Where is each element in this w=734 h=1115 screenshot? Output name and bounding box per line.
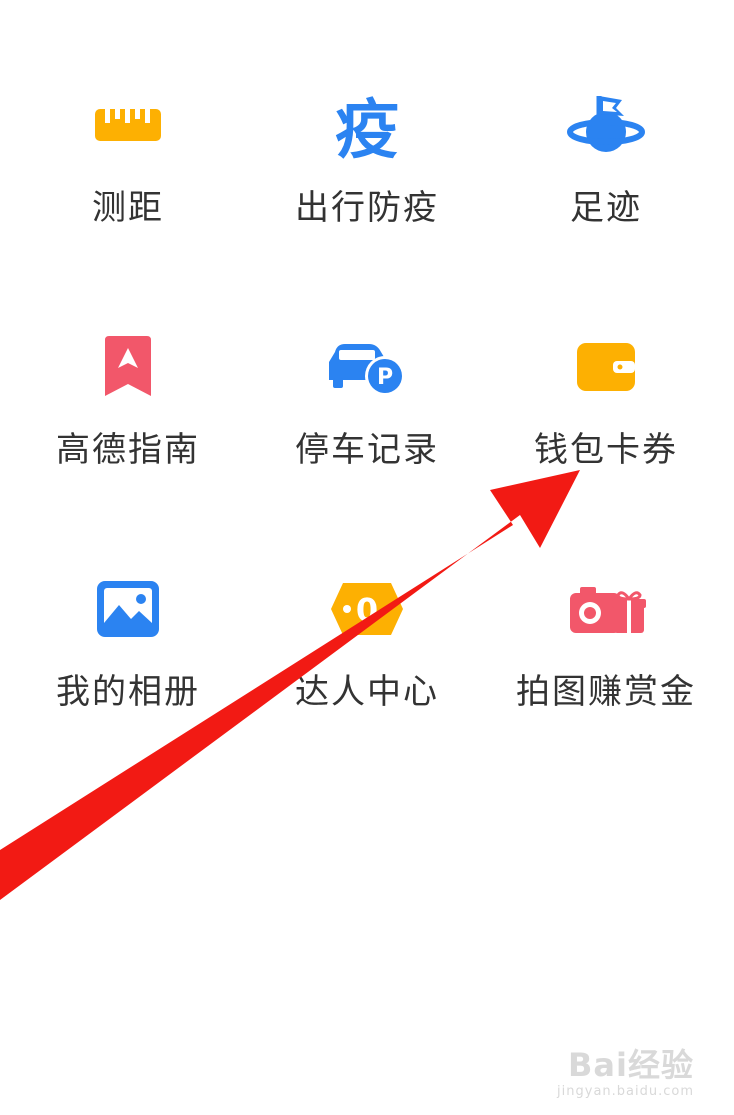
grid-item-camera-reward[interactable]: 拍图赚赏金 bbox=[484, 564, 728, 764]
grid-item-label: 钱包卡券 bbox=[534, 430, 678, 470]
grid-item-expert[interactable]: 0 达人中心 bbox=[245, 564, 489, 764]
watermark-brand: Bai经验 bbox=[568, 1046, 694, 1084]
grid-item-ruler[interactable]: 测距 bbox=[6, 80, 250, 280]
baidu-jingyan-watermark: Bai经验 jingyan.baidu.com bbox=[557, 1040, 694, 1099]
grid-item-label: 拍图赚赏金 bbox=[516, 672, 696, 712]
grid-item-label: 停车记录 bbox=[295, 430, 439, 470]
grid-item-label: 我的相册 bbox=[56, 672, 200, 712]
grid-item-label: 高德指南 bbox=[56, 430, 200, 470]
wallet-icon bbox=[561, 322, 651, 412]
photo-album-icon bbox=[83, 564, 173, 654]
camera-gift-icon bbox=[561, 564, 651, 654]
ruler-icon bbox=[83, 80, 173, 170]
grid-item-wallet[interactable]: 钱包卡券 bbox=[484, 322, 728, 522]
parking-p-glyph: P bbox=[377, 365, 393, 390]
grid-item-parking[interactable]: P 停车记录 bbox=[245, 322, 489, 522]
watermark-url: jingyan.baidu.com bbox=[557, 1084, 694, 1099]
grid-item-label: 达人中心 bbox=[295, 672, 439, 712]
grid-item-album[interactable]: 我的相册 bbox=[6, 564, 250, 764]
grid-item-label: 出行防疫 bbox=[295, 188, 439, 228]
guide-bookmark-icon bbox=[83, 322, 173, 412]
grid-item-epidemic[interactable]: 疫 出行防疫 bbox=[245, 80, 489, 280]
expert-center-icon: 0 bbox=[322, 564, 412, 654]
grid-item-label: 足迹 bbox=[570, 188, 642, 228]
grid-item-footprint[interactable]: 足迹 bbox=[484, 80, 728, 280]
footprint-globe-icon bbox=[561, 80, 651, 170]
expert-glyph: 0 bbox=[356, 591, 378, 629]
epidemic-icon: 疫 bbox=[335, 94, 399, 168]
grid-item-guide[interactable]: 高德指南 bbox=[6, 322, 250, 522]
parking-car-icon: P bbox=[322, 322, 412, 412]
grid-item-label: 测距 bbox=[92, 188, 164, 228]
